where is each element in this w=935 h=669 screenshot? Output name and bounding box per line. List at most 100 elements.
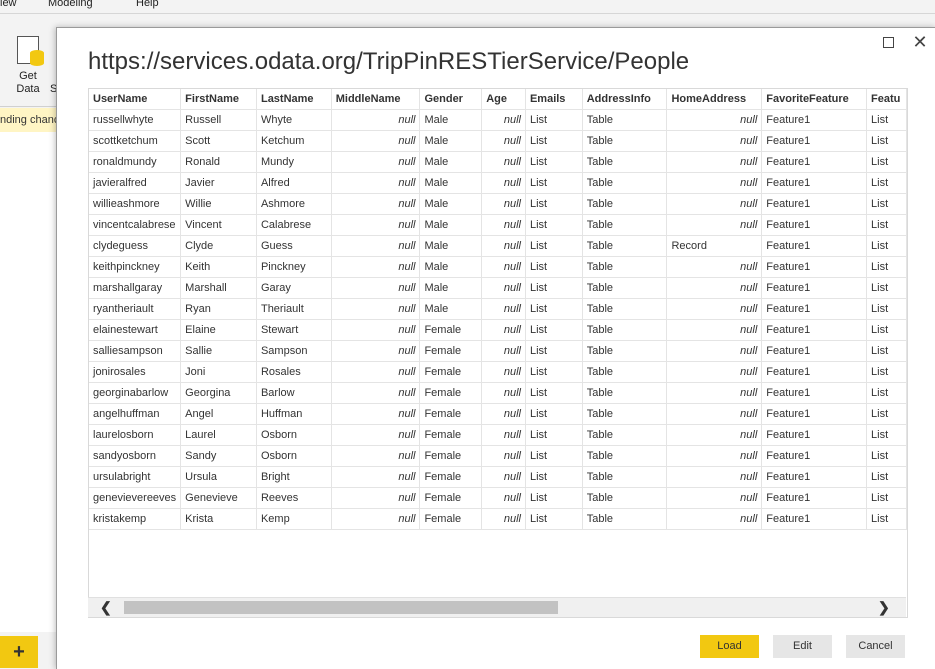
menu-modeling[interactable]: Modeling [48, 0, 93, 9]
table-cell[interactable]: Table [582, 340, 668, 362]
table-cell[interactable]: Table [582, 466, 668, 488]
table-cell[interactable]: List [525, 361, 583, 383]
table-cell[interactable]: List [525, 214, 583, 236]
table-cell[interactable]: List [866, 361, 907, 383]
column-header[interactable]: Emails [525, 89, 583, 110]
table-cell[interactable]: Table [582, 361, 668, 383]
table-cell: Rosales [256, 361, 332, 383]
table-cell[interactable]: List [525, 109, 583, 131]
table-cell[interactable]: Table [582, 256, 668, 278]
table-cell: Male [419, 130, 483, 152]
table-cell[interactable]: List [866, 340, 907, 362]
column-header[interactable]: Gender [419, 89, 483, 110]
table-cell[interactable]: List [525, 487, 583, 509]
close-icon[interactable]: ✕ [910, 32, 930, 52]
scroll-left-icon[interactable]: ❮ [100, 599, 112, 616]
table-cell: vincentcalabrese [89, 214, 182, 236]
table-cell[interactable]: Table [582, 403, 668, 425]
cancel-button[interactable]: Cancel [846, 635, 905, 658]
table-cell[interactable]: List [525, 508, 583, 530]
table-cell[interactable]: Table [582, 214, 668, 236]
table-cell[interactable]: List [525, 151, 583, 173]
column-header[interactable]: FirstName [180, 89, 257, 110]
table-cell[interactable]: List [866, 130, 907, 152]
maximize-icon[interactable] [883, 37, 894, 48]
table-cell[interactable]: Table [582, 172, 668, 194]
column-header[interactable]: Featu [866, 89, 907, 110]
table-cell[interactable]: Table [582, 109, 668, 131]
table-cell[interactable]: List [866, 508, 907, 530]
table-cell: null [481, 382, 526, 404]
column-header[interactable]: MiddleName [331, 89, 421, 110]
table-cell[interactable]: List [866, 277, 907, 299]
table-cell[interactable]: Table [582, 298, 668, 320]
table-cell[interactable]: List [525, 319, 583, 341]
table-cell: javieralfred [89, 172, 182, 194]
table-cell: Marshall [180, 277, 257, 299]
scroll-right-icon[interactable]: ❯ [878, 599, 890, 616]
table-cell[interactable]: List [866, 445, 907, 467]
table-cell[interactable]: List [866, 382, 907, 404]
scroll-thumb[interactable] [124, 601, 558, 614]
table-cell: Feature1 [761, 361, 868, 383]
table-cell[interactable]: Table [582, 382, 668, 404]
table-cell[interactable]: List [525, 382, 583, 404]
column-header[interactable]: LastName [256, 89, 332, 110]
table-cell: Feature1 [761, 172, 868, 194]
table-cell[interactable]: Table [582, 130, 668, 152]
table-cell[interactable]: List [866, 298, 907, 320]
column-header[interactable]: Age [481, 89, 526, 110]
load-button[interactable]: Load [700, 635, 759, 658]
table-cell[interactable]: List [525, 130, 583, 152]
table-cell[interactable]: List [525, 403, 583, 425]
table-cell: Female [419, 445, 483, 467]
table-cell[interactable]: List [866, 487, 907, 509]
table-cell[interactable]: List [866, 214, 907, 236]
table-cell[interactable]: Table [582, 235, 668, 257]
column-header[interactable]: UserName [89, 89, 182, 110]
get-data-button[interactable]: Get Data [10, 70, 46, 96]
table-row: jonirosales Joni Rosales null Female null List… [89, 361, 907, 383]
menu-view[interactable]: iew [0, 0, 17, 9]
table-cell[interactable]: List [866, 466, 907, 488]
table-cell[interactable]: Table [582, 508, 668, 530]
table-cell[interactable]: Table [582, 445, 668, 467]
table-cell[interactable]: List [525, 340, 583, 362]
add-page-button[interactable]: + [0, 636, 38, 668]
table-cell[interactable]: List [525, 466, 583, 488]
table-cell[interactable]: List [525, 172, 583, 194]
table-cell: Male [419, 172, 483, 194]
table-cell[interactable]: Table [582, 193, 668, 215]
table-cell[interactable]: Table [582, 319, 668, 341]
column-header[interactable]: HomeAddress [666, 89, 763, 110]
table-cell[interactable]: List [525, 298, 583, 320]
column-header[interactable]: AddressInfo [582, 89, 668, 110]
table-cell[interactable]: List [525, 235, 583, 257]
table-cell[interactable]: Table [582, 151, 668, 173]
edit-button[interactable]: Edit [773, 635, 832, 658]
table-cell[interactable]: List [525, 256, 583, 278]
table-cell[interactable]: Record [666, 235, 763, 257]
table-cell: Sallie [180, 340, 257, 362]
table-cell[interactable]: Table [582, 487, 668, 509]
table-cell[interactable]: List [525, 424, 583, 446]
table-row: scottketchum Scott Ketchum null Male null List… [89, 130, 907, 152]
table-cell[interactable]: List [525, 193, 583, 215]
table-cell[interactable]: List [866, 319, 907, 341]
table-cell[interactable]: List [866, 109, 907, 131]
table-cell[interactable]: List [525, 445, 583, 467]
table-cell[interactable]: Table [582, 424, 668, 446]
table-cell[interactable]: List [525, 277, 583, 299]
table-cell[interactable]: List [866, 235, 907, 257]
data-table: UserName FirstName LastName MiddleName Gende… [89, 89, 907, 530]
horizontal-scrollbar[interactable]: ❮ ❯ [88, 597, 906, 617]
column-header[interactable]: FavoriteFeature [761, 89, 868, 110]
table-cell[interactable]: Table [582, 277, 668, 299]
table-cell[interactable]: List [866, 172, 907, 194]
table-cell[interactable]: List [866, 256, 907, 278]
table-cell[interactable]: List [866, 193, 907, 215]
table-cell[interactable]: List [866, 403, 907, 425]
menu-help[interactable]: Help [136, 0, 159, 9]
table-cell[interactable]: List [866, 424, 907, 446]
table-cell[interactable]: List [866, 151, 907, 173]
